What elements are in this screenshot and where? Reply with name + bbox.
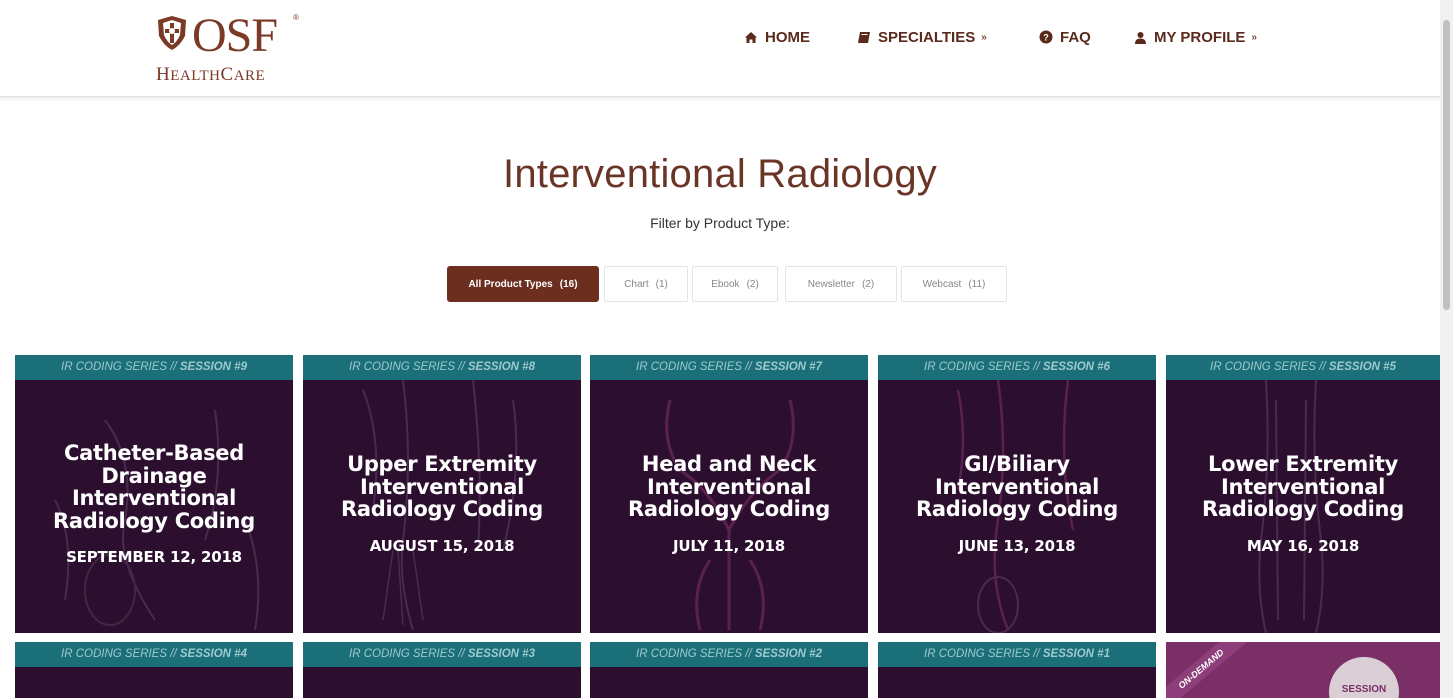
user-icon bbox=[1135, 31, 1146, 44]
product-card[interactable]: IR CODING SERIES // SESSION #5 Lower Ext… bbox=[1166, 355, 1440, 633]
card-series-band: IR CODING SERIES // SESSION #9 bbox=[15, 355, 293, 380]
filter-label-text: Ebook bbox=[711, 278, 740, 290]
svg-text:?: ? bbox=[1043, 33, 1049, 43]
card-content: Catheter-Based Drainage Interventional R… bbox=[15, 442, 293, 566]
product-card[interactable]: IR CODING SERIES // SESSION #7 Head and … bbox=[590, 355, 868, 633]
session-badge: SESSION bbox=[1329, 657, 1399, 698]
filter-label-text: Chart bbox=[624, 278, 649, 290]
page-scrollbar[interactable] bbox=[1440, 0, 1453, 698]
filter-label-text: All Product Types bbox=[468, 278, 553, 290]
card-title: GI/Biliary Interventional Radiology Codi… bbox=[916, 452, 1118, 521]
filter-newsletter[interactable]: Newsletter (2) bbox=[785, 266, 897, 302]
filter-ebook[interactable]: Ebook (2) bbox=[692, 266, 778, 302]
product-card[interactable]: IR CODING SERIES // SESSION #3 bbox=[303, 642, 581, 698]
nav-home-label: HOME bbox=[765, 28, 810, 46]
card-series-band: IR CODING SERIES // SESSION #2 bbox=[590, 642, 868, 667]
nav-home[interactable]: HOME bbox=[744, 29, 810, 46]
filter-count: (2) bbox=[746, 278, 759, 290]
card-content: GI/Biliary Interventional Radiology Codi… bbox=[878, 453, 1156, 555]
home-icon bbox=[745, 31, 757, 43]
filter-label-text: Newsletter bbox=[807, 278, 855, 290]
filter-count: (1) bbox=[655, 278, 668, 290]
filter-chart[interactable]: Chart (1) bbox=[604, 266, 688, 302]
card-series-band: IR CODING SERIES // SESSION #4 bbox=[15, 642, 293, 667]
card-series-band: IR CODING SERIES // SESSION #8 bbox=[303, 355, 581, 380]
card-date: AUGUST 15, 2018 bbox=[369, 536, 515, 555]
on-demand-ribbon: ON-DEMAND bbox=[1166, 642, 1257, 698]
card-title: Upper Extremity Interventional Radiology… bbox=[341, 452, 543, 521]
card-title: Head and Neck Interventional Radiology C… bbox=[628, 452, 830, 521]
logo-registered-mark: ® bbox=[293, 13, 299, 22]
card-content: Upper Extremity Interventional Radiology… bbox=[303, 453, 581, 555]
logo-osf-text: OSF bbox=[192, 9, 278, 62]
nav-specialties-label: SPECIALTIES bbox=[878, 28, 976, 46]
nav-faq-label: FAQ bbox=[1060, 28, 1091, 46]
nav-my-profile-label: MY PROFILE bbox=[1154, 28, 1246, 46]
logo-healthcare-text: HEALTHCARE bbox=[156, 64, 266, 85]
card-series-band: IR CODING SERIES // SESSION #7 bbox=[590, 355, 868, 380]
scrollbar-thumb[interactable] bbox=[1443, 20, 1450, 310]
card-content: Head and Neck Interventional Radiology C… bbox=[590, 453, 868, 555]
filter-count: (11) bbox=[968, 278, 986, 290]
filter-webcast[interactable]: Webcast (11) bbox=[901, 266, 1007, 302]
nav-my-profile[interactable]: MY PROFILE » bbox=[1134, 29, 1257, 46]
osf-healthcare-logo[interactable]: OSF ® HEALTHCARE bbox=[152, 9, 302, 90]
product-card[interactable]: IR CODING SERIES // SESSION #8 Upper Ext… bbox=[303, 355, 581, 633]
question-circle-icon: ? bbox=[1039, 30, 1053, 44]
product-card[interactable]: IR CODING SERIES // SESSION #6 GI/Biliar… bbox=[878, 355, 1156, 633]
card-date: JUNE 13, 2018 bbox=[958, 536, 1076, 555]
card-series-band: IR CODING SERIES // SESSION #5 bbox=[1166, 355, 1440, 380]
filter-count: (2) bbox=[862, 278, 875, 290]
product-card[interactable]: IR CODING SERIES // SESSION #2 bbox=[590, 642, 868, 698]
product-card[interactable]: IR CODING SERIES // SESSION #4 bbox=[15, 642, 293, 698]
filter-label-text: Webcast bbox=[922, 278, 962, 290]
chevron-down-icon: » bbox=[1251, 31, 1257, 43]
card-date: JULY 11, 2018 bbox=[672, 536, 785, 555]
card-series-band: IR CODING SERIES // SESSION #1 bbox=[878, 642, 1156, 667]
card-series-band: IR CODING SERIES // SESSION #6 bbox=[878, 355, 1156, 380]
nav-faq[interactable]: ? FAQ bbox=[1039, 29, 1091, 46]
card-date: SEPTEMBER 12, 2018 bbox=[66, 548, 242, 566]
card-date: MAY 16, 2018 bbox=[1246, 536, 1360, 555]
product-card[interactable]: IR CODING SERIES // SESSION #9 Catheter-… bbox=[15, 355, 293, 633]
card-title: Lower Extremity Interventional Radiology… bbox=[1202, 452, 1404, 521]
chevron-down-icon: » bbox=[981, 31, 987, 43]
product-card[interactable]: IR CODING SERIES // SESSION #1 bbox=[878, 642, 1156, 698]
card-series-band: IR CODING SERIES // SESSION #3 bbox=[303, 642, 581, 667]
filter-count: (16) bbox=[559, 278, 578, 290]
card-title: Catheter-Based Drainage Interventional R… bbox=[53, 441, 255, 533]
nav-specialties[interactable]: SPECIALTIES » bbox=[857, 29, 987, 46]
page-title: Interventional Radiology bbox=[503, 152, 937, 196]
crest-icon bbox=[158, 16, 186, 50]
site-header: OSF ® HEALTHCARE HOME SPECIALTIES » ? FA… bbox=[0, 0, 1440, 97]
on-demand-card[interactable]: ON-DEMAND SESSION bbox=[1166, 642, 1440, 698]
filter-all-product-types[interactable]: All Product Types (16) bbox=[447, 266, 599, 302]
book-icon bbox=[858, 31, 870, 43]
filter-label: Filter by Product Type: bbox=[650, 215, 790, 231]
card-content: Lower Extremity Interventional Radiology… bbox=[1166, 453, 1440, 555]
